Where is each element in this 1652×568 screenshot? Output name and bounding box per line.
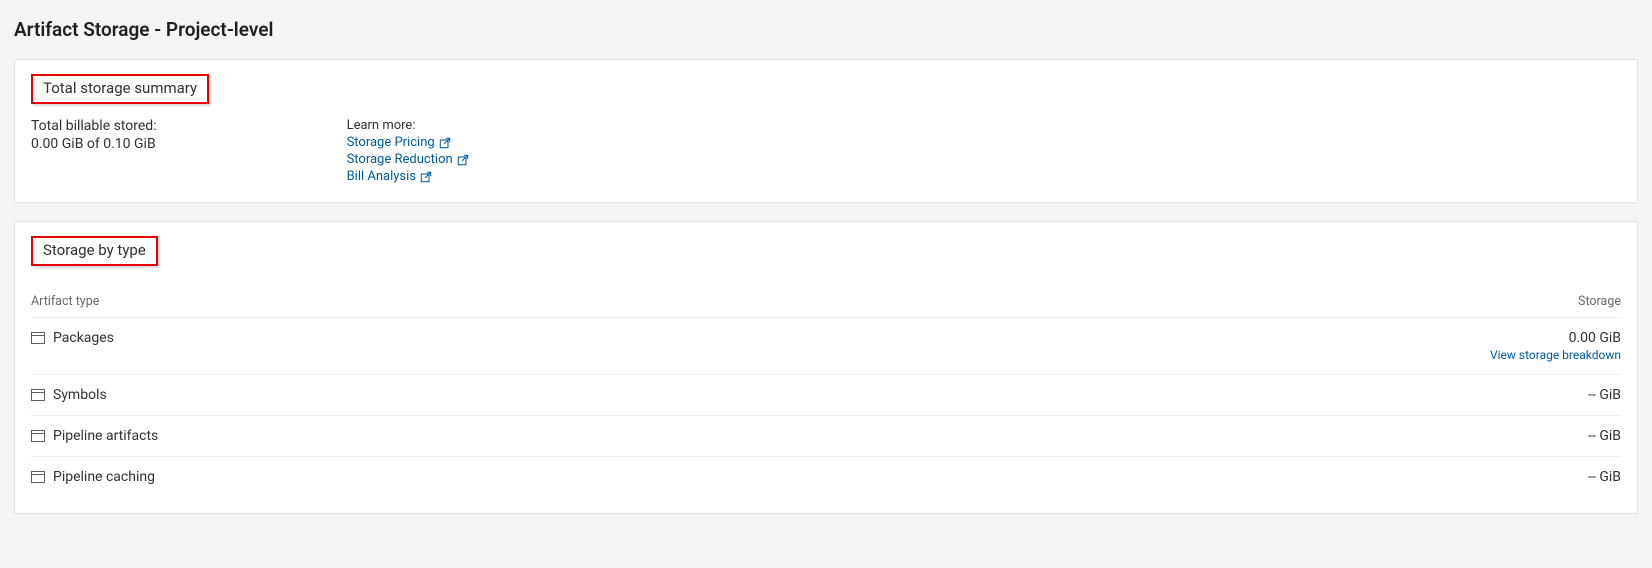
artifact-icon: [31, 332, 45, 344]
storage-pricing-link[interactable]: Storage Pricing: [347, 135, 435, 150]
storage-reduction-link[interactable]: Storage Reduction: [347, 152, 453, 167]
storage-by-type-card: Storage by type Artifact type Storage Pa…: [14, 221, 1638, 514]
col-artifact-type: Artifact type: [31, 294, 99, 309]
table-row: Pipeline caching -- GiB: [31, 457, 1621, 497]
table-row: Symbols -- GiB: [31, 375, 1621, 416]
by-type-heading: Storage by type: [31, 236, 158, 266]
row-label: Pipeline caching: [53, 469, 155, 485]
artifact-icon: [31, 430, 45, 442]
row-label: Symbols: [53, 387, 107, 403]
summary-card: Total storage summary Total billable sto…: [14, 59, 1638, 203]
row-value: 0.00 GiB: [1569, 330, 1621, 346]
table-row: Packages 0.00 GiB View storage breakdown: [31, 318, 1621, 375]
learn-more-block: Learn more: Storage Pricing Storage Redu…: [347, 118, 469, 186]
row-value: -- GiB: [1588, 469, 1621, 485]
summary-heading: Total storage summary: [31, 74, 209, 104]
bill-analysis-link[interactable]: Bill Analysis: [347, 169, 416, 184]
external-link-icon: [420, 171, 432, 183]
billable-value: 0.00 GiB of 0.10 GiB: [31, 136, 157, 152]
table-header: Artifact type Storage: [31, 284, 1621, 318]
billable-label: Total billable stored:: [31, 118, 157, 134]
artifact-icon: [31, 471, 45, 483]
view-storage-breakdown-link[interactable]: View storage breakdown: [1490, 348, 1621, 362]
row-value: -- GiB: [1588, 387, 1621, 403]
row-label: Pipeline artifacts: [53, 428, 158, 444]
table-row: Pipeline artifacts -- GiB: [31, 416, 1621, 457]
page-title: Artifact Storage - Project-level: [14, 18, 1638, 41]
learn-more-label: Learn more:: [347, 118, 469, 133]
artifact-icon: [31, 389, 45, 401]
row-label: Packages: [53, 330, 114, 346]
row-value: -- GiB: [1588, 428, 1621, 444]
summary-billable: Total billable stored: 0.00 GiB of 0.10 …: [31, 118, 157, 186]
external-link-icon: [457, 154, 469, 166]
external-link-icon: [439, 137, 451, 149]
col-storage: Storage: [1578, 294, 1621, 309]
